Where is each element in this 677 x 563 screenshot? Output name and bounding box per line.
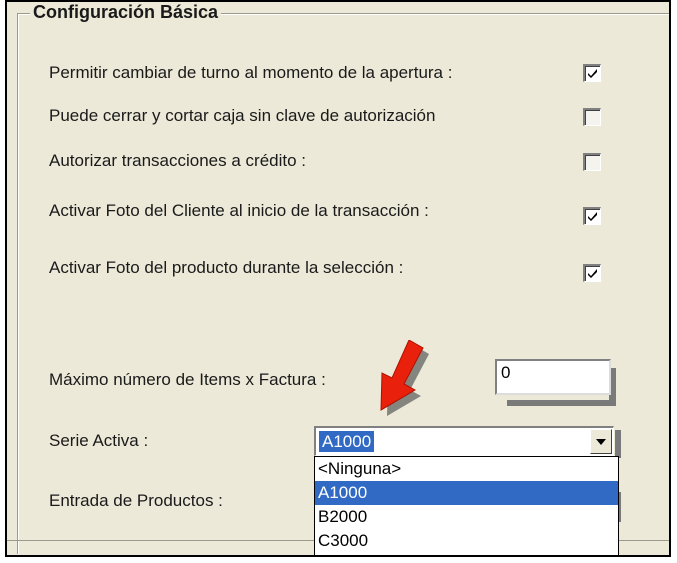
serie-combobox[interactable]: A1000 xyxy=(314,426,614,456)
option-label-product-photo: Activar Foto del producto durante la sel… xyxy=(49,258,404,277)
serie-dropdown-list: <Ninguna> A1000 B2000 C3000 xyxy=(314,456,619,555)
checkbox-client-photo[interactable] xyxy=(583,207,601,225)
check-icon xyxy=(588,69,597,78)
max-items-input[interactable]: 0 xyxy=(495,359,611,395)
checkbox-product-photo[interactable] xyxy=(583,264,601,282)
option-label-change-shift: Permitir cambiar de turno al momento de … xyxy=(49,63,453,82)
max-items-label: Máximo número de Items x Factura : xyxy=(49,370,326,389)
option-label-close-without-password: Puede cerrar y cortar caja sin clave de … xyxy=(49,106,436,125)
checkbox-credit-transactions[interactable] xyxy=(583,153,601,171)
checkbox-change-shift[interactable] xyxy=(583,64,601,82)
red-arrow-icon xyxy=(380,340,429,416)
dropdown-option[interactable]: <Ninguna> xyxy=(315,457,618,481)
dropdown-option-selected[interactable]: A1000 xyxy=(315,481,618,505)
check-icon xyxy=(588,212,597,221)
group-title: Configuración Básica xyxy=(30,2,222,23)
dropdown-option[interactable]: C3000 xyxy=(315,529,618,553)
entrada-label: Entrada de Productos : xyxy=(49,491,223,510)
serie-dropdown-button[interactable] xyxy=(590,429,612,454)
check-icon xyxy=(588,269,597,278)
textbox-shadow xyxy=(507,400,616,406)
combo-shadow xyxy=(615,430,621,458)
checkbox-close-without-password[interactable] xyxy=(583,108,601,126)
option-label-client-photo: Activar Foto del Cliente al inicio de la… xyxy=(49,201,429,220)
serie-selected-value: A1000 xyxy=(319,431,375,452)
settings-window: Configuración Básica Permitir cambiar de… xyxy=(5,0,671,557)
serie-label: Serie Activa : xyxy=(49,431,149,450)
dropdown-option[interactable]: B2000 xyxy=(315,505,618,529)
chevron-down-icon xyxy=(596,438,606,445)
option-label-credit-transactions: Autorizar transacciones a crédito : xyxy=(49,151,307,170)
